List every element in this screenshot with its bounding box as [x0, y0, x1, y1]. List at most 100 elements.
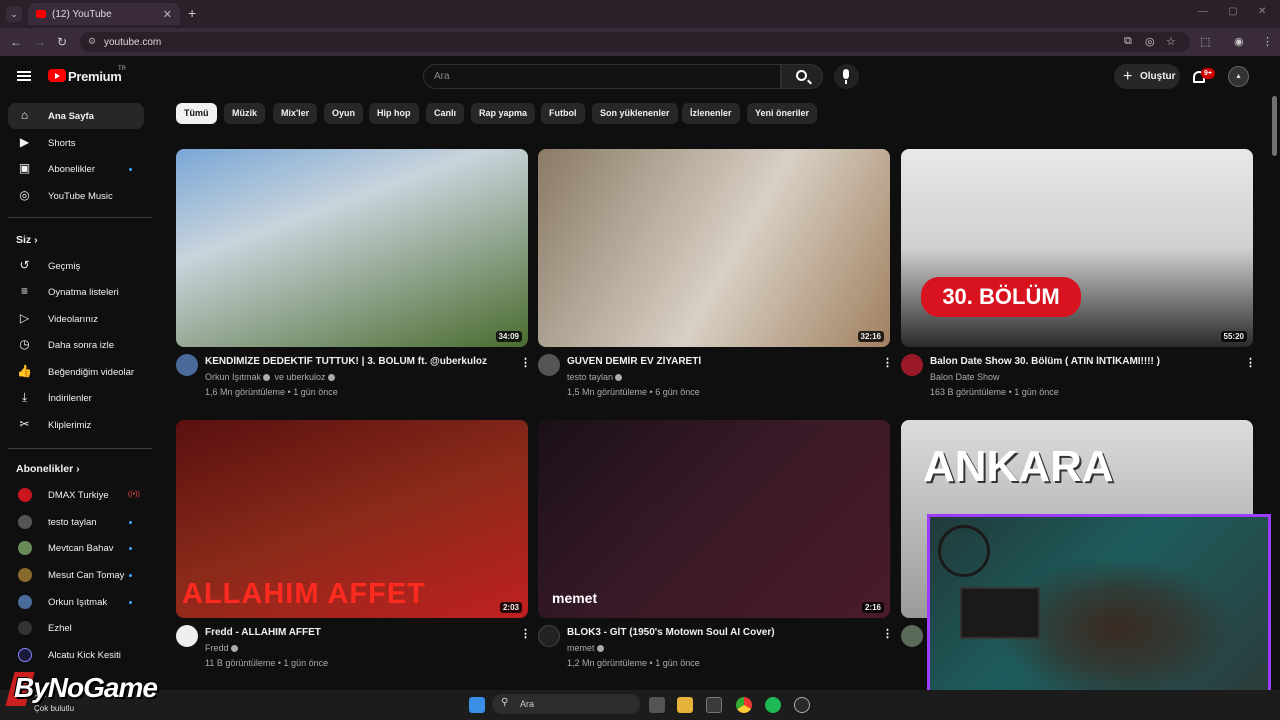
channel-avatar[interactable] [538, 354, 560, 376]
chip-gaming[interactable]: Oyun [324, 103, 364, 124]
video-title[interactable]: Balon Date Show 30. Bölüm ( ATIN İNTİKAM… [930, 356, 1240, 367]
more-options-icon[interactable]: ⋮ [520, 627, 531, 640]
chip-mixes[interactable]: Mix'ler [273, 103, 318, 124]
video-thumbnail[interactable]: ALLAHIM AFFET 2:03 [176, 420, 528, 618]
plus-icon: + [1123, 68, 1133, 85]
chip-hiphop[interactable]: Hip hop [369, 103, 419, 124]
sidebar-item-shorts[interactable]: ▶ Shorts [8, 130, 144, 156]
chip-music[interactable]: Müzik [224, 103, 266, 124]
install-app-icon[interactable]: ⧉ [1124, 35, 1132, 48]
voice-search-icon[interactable] [834, 64, 859, 89]
sidebar-item-label: YouTube Music [48, 190, 113, 202]
extensions-icon[interactable]: ⬚ [1200, 35, 1210, 48]
video-title[interactable]: GÜVEN DEMİR EV ZİYARETİ [567, 356, 877, 367]
taskbar-search[interactable]: Ara [492, 694, 640, 714]
sidebar-sub-item[interactable]: Mesut Can Tomay [8, 562, 144, 588]
video-channel[interactable]: Balon Date Show [930, 372, 1000, 382]
sidebar-item-label: Ezhel [48, 622, 72, 634]
sidebar-item-downloads[interactable]: ⤓ İndirilenler [8, 385, 144, 411]
more-options-icon[interactable]: ⋮ [882, 356, 893, 369]
spotify-icon[interactable] [765, 697, 781, 713]
subscriptions-section-header[interactable]: Abonelikler › [16, 463, 80, 475]
more-options-icon[interactable]: ⋮ [520, 356, 531, 369]
maximize-icon[interactable]: ▢ [1228, 6, 1237, 17]
watermark-logo: ByNoGame [14, 672, 158, 703]
video-title[interactable]: Fredd - ALLAHIM AFFET [205, 627, 515, 638]
you-section-header[interactable]: Siz › [16, 234, 38, 246]
chrome-icon[interactable] [736, 697, 752, 713]
more-options-icon[interactable]: ⋮ [1245, 356, 1256, 369]
sidebar-item-music[interactable]: ◎ YouTube Music [8, 183, 144, 209]
chip-rap[interactable]: Rap yapma [471, 103, 536, 124]
channel-avatar[interactable] [901, 625, 923, 647]
tab-youtube[interactable]: (12) YouTube ✕ [28, 3, 180, 25]
browser-menu-icon[interactable]: ⋮ [1262, 35, 1273, 48]
eye-off-icon[interactable]: ◎ [1145, 35, 1155, 48]
sidebar-sub-item[interactable]: DMAX Turkiye ((•)) [8, 482, 144, 508]
back-icon[interactable]: ← [10, 35, 22, 49]
sidebar-item-history[interactable]: ↺ Geçmiş [8, 253, 144, 279]
minimize-icon[interactable]: — [1198, 6, 1208, 17]
scissors-icon: ✂ [19, 417, 30, 431]
video-channel[interactable]: Fredd [205, 643, 240, 653]
channel-avatar[interactable] [176, 354, 198, 376]
sidebar-item-watch-later[interactable]: ◷ Daha sonra izle [8, 332, 144, 358]
task-view-icon[interactable] [649, 697, 665, 713]
window-close-icon[interactable]: ✕ [1258, 6, 1266, 17]
file-explorer-icon[interactable] [677, 697, 693, 713]
video-thumbnail[interactable]: 30. BÖLÜM 55:20 [901, 149, 1253, 347]
sidebar-item-playlists[interactable]: ≡ Oynatma listeleri [8, 279, 144, 305]
sidebar-sub-item[interactable]: Orkun Işıtmak [8, 589, 144, 615]
thumbnail-overlay-text: ANKARA [923, 442, 1114, 491]
sidebar-item-your-videos[interactable]: ▷ Videolarınız [8, 306, 144, 332]
close-tab-icon[interactable]: ✕ [163, 8, 172, 21]
youtube-logo-icon[interactable] [48, 69, 66, 82]
site-info-icon[interactable]: ⚙ [88, 36, 96, 47]
sidebar-sub-item[interactable]: testo taylan [8, 509, 144, 535]
search-button[interactable] [781, 64, 823, 89]
sidebar-item-clips[interactable]: ✂ Kliplerimiz [8, 412, 144, 438]
chip-live[interactable]: Canlı [426, 103, 465, 124]
chip-new-to-you[interactable]: Yeni öneriler [747, 103, 818, 124]
chip-recently-uploaded[interactable]: Son yüklenenler [592, 103, 678, 124]
video-channel[interactable]: memet [567, 643, 606, 653]
video-channel[interactable]: Orkun Işıtmak ve uberkuloz [205, 372, 337, 382]
obs-icon[interactable] [794, 697, 810, 713]
chip-all[interactable]: Tümü [176, 103, 217, 124]
video-channel[interactable]: testo taylan [567, 372, 624, 382]
address-bar[interactable]: ⚙ youtube.com [80, 32, 1190, 52]
sidebar-item-liked[interactable]: 👍 Beğendiğim videolar [8, 359, 144, 385]
sidebar-item-subscriptions[interactable]: ▣ Abonelikler [8, 156, 144, 182]
chip-football[interactable]: Futbol [541, 103, 585, 124]
new-tab-button[interactable]: + [188, 5, 196, 21]
channel-avatar[interactable] [176, 625, 198, 647]
sidebar-sub-item[interactable]: Ezhel [8, 615, 144, 641]
channel-avatar[interactable] [901, 354, 923, 376]
account-avatar[interactable]: ▲ [1228, 66, 1249, 87]
bookmark-star-icon[interactable]: ☆ [1166, 35, 1176, 48]
video-thumbnail[interactable]: 34:09 [176, 149, 528, 347]
search-input[interactable]: Ara [423, 64, 781, 89]
windows-start-icon[interactable] [469, 697, 485, 713]
chip-watched[interactable]: İzlenenler [682, 103, 740, 124]
scrollbar-thumb[interactable] [1272, 96, 1277, 156]
sidebar-sub-item[interactable]: Alcatu Kick Kesiti [8, 642, 144, 668]
channel-avatar[interactable] [538, 625, 560, 647]
sidebar-item-label: testo taylan [48, 516, 97, 528]
page-scrollbar[interactable] [1271, 96, 1278, 690]
menu-icon[interactable] [17, 71, 31, 81]
profile-icon[interactable]: ◉ [1234, 35, 1244, 48]
forward-icon[interactable]: → [34, 35, 46, 49]
video-title[interactable]: KENDİMİZE DEDEKTİF TUTTUK! | 3. BÖLÜM ft… [205, 356, 515, 367]
video-thumbnail[interactable]: memet 2:16 [538, 420, 890, 618]
sidebar-item-home[interactable]: ⌂ Ana Sayfa [8, 103, 144, 129]
more-options-icon[interactable]: ⋮ [882, 627, 893, 640]
sidebar-item-label: Abonelikler [48, 163, 95, 175]
video-title[interactable]: BLOK3 - GİT (1950's Motown Soul AI Cover… [567, 627, 877, 638]
create-button[interactable]: + Oluştur [1114, 64, 1180, 89]
reload-icon[interactable]: ↻ [57, 35, 67, 49]
tab-search-icon[interactable]: ⌄ [6, 6, 22, 22]
video-thumbnail[interactable]: 32:16 [538, 149, 890, 347]
store-icon[interactable] [706, 697, 722, 713]
sidebar-sub-item[interactable]: Mevtcan Bahav [8, 535, 144, 561]
